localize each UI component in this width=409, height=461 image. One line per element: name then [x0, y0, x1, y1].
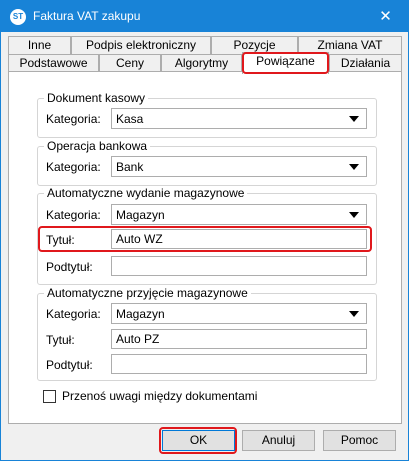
chevron-down-icon [349, 311, 359, 317]
przyjecie-podtytul-field[interactable] [111, 354, 367, 374]
window-title: Faktura VAT zakupu [33, 9, 141, 23]
przyjecie-tytul-label: Tytuł: [46, 333, 75, 347]
chevron-down-icon [349, 116, 359, 122]
tab-highlight-marker [242, 52, 329, 74]
app-icon: ST [10, 9, 26, 25]
group-title-wydanie: Automatyczne wydanie magazynowe [44, 186, 248, 200]
cancel-button[interactable]: Anuluj [242, 430, 315, 451]
przyjecie-kategoria-value: Magazyn [116, 307, 165, 321]
wydanie-kategoria-value: Magazyn [116, 208, 165, 222]
help-button[interactable]: Pomoc [323, 430, 396, 451]
tab-ceny[interactable]: Ceny [99, 54, 161, 72]
wydanie-kategoria-label: Kategoria: [46, 208, 101, 222]
group-title-przyjecie: Automatyczne przyjęcie magazynowe [44, 286, 251, 300]
tytul-highlight-marker [38, 226, 372, 252]
tab-algorytmy[interactable]: Algorytmy [161, 54, 242, 72]
ok-highlight-marker [159, 427, 237, 454]
tab-inne[interactable]: Inne [8, 36, 71, 54]
bank-kategoria-value: Bank [116, 160, 144, 174]
tab-dzialania[interactable]: Działania [329, 54, 402, 72]
przyjecie-kategoria-select[interactable]: Magazyn [111, 303, 367, 324]
tab-podstawowe[interactable]: Podstawowe [8, 54, 99, 72]
przenos-uwagi-checkbox[interactable] [43, 390, 56, 403]
wydanie-kategoria-select[interactable]: Magazyn [111, 204, 367, 225]
kasa-kategoria-label: Kategoria: [46, 112, 101, 126]
przyjecie-kategoria-label: Kategoria: [46, 307, 101, 321]
przenos-uwagi-label[interactable]: Przenoś uwagi między dokumentami [62, 389, 257, 403]
group-title-dokument-kasowy: Dokument kasowy [44, 91, 149, 105]
title-bar[interactable]: ST Faktura VAT zakupu ✕ [1, 1, 408, 32]
przyjecie-tytul-field[interactable]: Auto PZ [111, 329, 367, 349]
wydanie-podtytul-field[interactable] [111, 256, 367, 276]
bank-kategoria-select[interactable]: Bank [111, 156, 367, 177]
kasa-kategoria-value: Kasa [116, 112, 144, 126]
dialog-window: ST Faktura VAT zakupu ✕ Inne Podpis elek… [0, 0, 409, 461]
kasa-kategoria-select[interactable]: Kasa [111, 108, 367, 129]
close-icon[interactable]: ✕ [363, 1, 408, 32]
wydanie-podtytul-label: Podtytuł: [46, 260, 93, 274]
bank-kategoria-label: Kategoria: [46, 160, 101, 174]
przyjecie-podtytul-label: Podtytuł: [46, 358, 93, 372]
chevron-down-icon [349, 164, 359, 170]
tab-podpis-elektroniczny[interactable]: Podpis elektroniczny [71, 36, 211, 54]
chevron-down-icon [349, 212, 359, 218]
group-title-operacja-bankowa: Operacja bankowa [44, 139, 151, 153]
przyjecie-tytul-value: Auto PZ [116, 332, 160, 346]
